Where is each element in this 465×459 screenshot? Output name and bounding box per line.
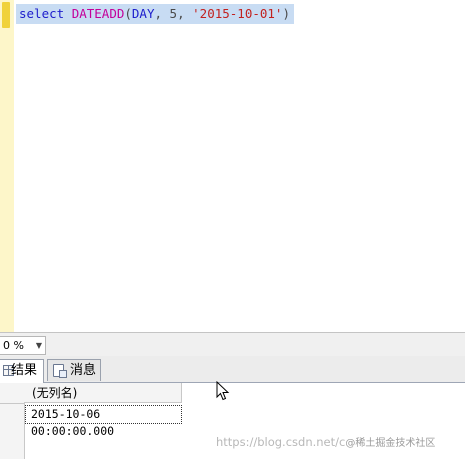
change-tracking-margin: [0, 0, 14, 332]
zoom-dropdown[interactable]: 0 % ▼: [0, 336, 46, 355]
chevron-down-icon[interactable]: ▼: [36, 337, 42, 354]
result-cell[interactable]: 2015-10-06 00:00:00.000: [25, 405, 182, 438]
close-paren: ): [282, 6, 290, 21]
watermark-badge: @稀土掘金技术社区: [345, 438, 436, 449]
results-tab-strip: 结果 消息: [0, 356, 465, 383]
row-divider: [0, 403, 24, 404]
mouse-pointer-icon: [216, 381, 230, 401]
watermark: https://blog.csdn.net/c@稀土掘金技术社区: [216, 434, 435, 449]
string-literal: '2015-10-01': [192, 6, 283, 21]
date-part: DAY: [131, 6, 155, 21]
tab-messages-label: 消息: [70, 363, 97, 378]
watermark-text: https://blog.csdn.net/c: [216, 435, 346, 449]
separator: ,: [154, 6, 170, 21]
query-editor[interactable]: select DATEADD(DAY, 5, '2015-10-01'): [0, 0, 465, 332]
sql-keyword: select: [19, 6, 65, 21]
tab-results[interactable]: 结果: [0, 359, 44, 383]
tab-results-label: 结果: [11, 363, 38, 378]
tab-messages[interactable]: 消息: [47, 359, 101, 381]
query-line[interactable]: select DATEADD(DAY, 5, '2015-10-01'): [16, 4, 294, 24]
messages-icon: [53, 364, 67, 378]
open-paren: (: [124, 6, 132, 21]
sql-function: DATEADD: [71, 6, 125, 21]
changed-line-marker: [2, 2, 10, 28]
separator: ,: [177, 6, 193, 21]
zoom-bar: 0 % ▼: [0, 332, 465, 357]
zoom-value: 0 %: [3, 339, 24, 352]
row-header-column: [0, 383, 25, 459]
column-header[interactable]: (无列名): [24, 383, 182, 403]
number-literal: 5: [169, 6, 178, 21]
